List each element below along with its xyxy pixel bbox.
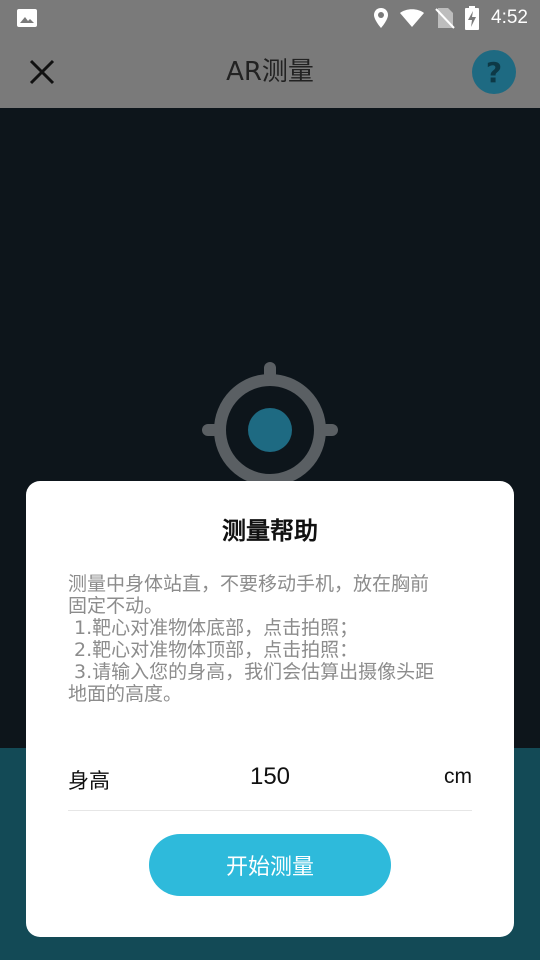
height-input[interactable] xyxy=(188,759,352,795)
crosshair-target-icon xyxy=(202,362,338,486)
height-row: 身高 cm xyxy=(68,755,472,811)
dialog-title: 测量帮助 xyxy=(222,517,318,545)
help-line: 固定不动。 xyxy=(68,595,164,617)
height-label: 身高 xyxy=(68,769,110,793)
help-button[interactable]: ? xyxy=(472,50,516,94)
status-bar: 4:52 xyxy=(0,0,540,36)
image-icon xyxy=(17,9,37,27)
help-line: 地面的高度。 xyxy=(68,683,183,705)
help-line: 测量中身体站直，不要移动手机，放在胸前 xyxy=(68,573,430,595)
height-unit: cm xyxy=(444,765,472,788)
help-line: 3.请输入您的身高，我们会估算出摄像头距 xyxy=(68,661,435,683)
no-sim-icon xyxy=(435,8,455,29)
close-button[interactable] xyxy=(22,52,62,92)
help-dialog: 测量帮助 测量中身体站直，不要移动手机，放在胸前 固定不动。 1.靶心对准物体底… xyxy=(26,481,514,937)
help-line: 1.靶心对准物体底部，点击拍照； xyxy=(68,617,359,639)
page-title: AR测量 xyxy=(226,57,314,87)
wifi-icon xyxy=(400,9,425,27)
help-line: 2.靶心对准物体顶部，点击拍照： xyxy=(68,639,359,661)
location-icon xyxy=(374,8,389,28)
status-icons: 4:52 xyxy=(373,6,528,30)
status-time: 4:52 xyxy=(491,7,528,28)
battery-charging-icon xyxy=(465,6,480,30)
close-icon xyxy=(29,59,55,85)
help-icon: ? xyxy=(485,55,503,89)
help-instructions: 测量中身体站直，不要移动手机，放在胸前 固定不动。 1.靶心对准物体底部，点击拍… xyxy=(68,573,478,705)
start-measure-button[interactable]: 开始测量 xyxy=(149,834,391,896)
app-bar: AR测量 ? xyxy=(0,36,540,108)
